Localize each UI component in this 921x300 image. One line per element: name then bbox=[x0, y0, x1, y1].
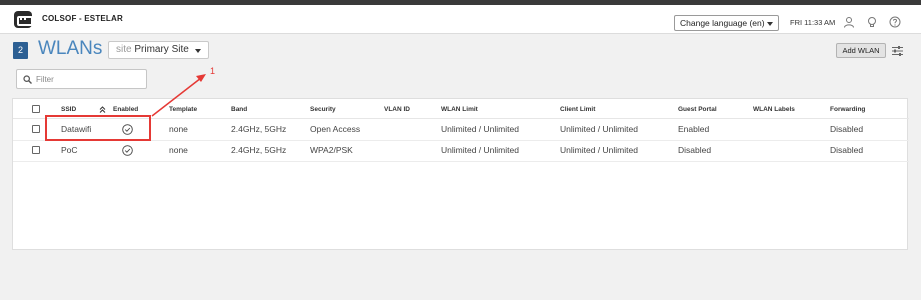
app-header: COLSOF - ESTELAR Change language (en) FR… bbox=[0, 5, 921, 34]
row-checkbox[interactable] bbox=[32, 146, 40, 154]
guest-portal-cell: Enabled bbox=[678, 124, 710, 134]
table-row[interactable]: PoC none 2.4GHz, 5GHz WPA2/PSK Unlimited… bbox=[13, 141, 909, 162]
column-header-client-limit[interactable]: Client Limit bbox=[560, 106, 595, 113]
column-header-guest-portal[interactable]: Guest Portal bbox=[678, 106, 717, 113]
wlan-count-badge: 2 bbox=[13, 42, 28, 59]
check-circle-icon bbox=[122, 145, 133, 156]
template-cell: none bbox=[169, 145, 188, 155]
band-cell: 2.4GHz, 5GHz bbox=[231, 145, 287, 155]
user-icon[interactable] bbox=[843, 16, 855, 28]
row-checkbox[interactable] bbox=[32, 125, 40, 133]
client-limit-cell: Unlimited / Unlimited bbox=[560, 145, 638, 155]
column-header-wlan-labels[interactable]: WLAN Labels bbox=[753, 106, 795, 113]
column-settings-icon[interactable] bbox=[892, 46, 903, 56]
column-header-vlan-id[interactable]: VLAN ID bbox=[384, 106, 410, 113]
column-header-template[interactable]: Template bbox=[169, 106, 197, 113]
guest-portal-cell: Disabled bbox=[678, 145, 712, 155]
filter-input[interactable] bbox=[36, 72, 141, 86]
column-header-enabled[interactable]: Enabled bbox=[113, 106, 138, 113]
security-cell: WPA2/PSK bbox=[310, 145, 353, 155]
page-title: WLANs bbox=[38, 38, 103, 59]
language-select[interactable]: Change language (en) bbox=[674, 15, 779, 31]
org-name: COLSOF - ESTELAR bbox=[42, 14, 123, 23]
chevron-down-icon bbox=[195, 49, 201, 53]
column-header-band[interactable]: Band bbox=[231, 106, 247, 113]
column-header-forwarding[interactable]: Forwarding bbox=[830, 106, 865, 113]
chevron-down-icon bbox=[767, 22, 773, 26]
bulb-icon[interactable] bbox=[866, 16, 878, 28]
column-header-security[interactable]: Security bbox=[310, 106, 336, 113]
security-cell: Open Access bbox=[310, 124, 361, 134]
annotation-highlight-box bbox=[45, 115, 151, 141]
forwarding-cell: Disabled bbox=[830, 145, 864, 155]
ssid-cell[interactable]: PoC bbox=[61, 145, 78, 155]
forwarding-cell: Disabled bbox=[830, 124, 864, 134]
app-logo-icon[interactable] bbox=[14, 11, 33, 28]
add-wlan-button[interactable]: Add WLAN bbox=[836, 43, 886, 58]
site-select[interactable]: site Primary Site bbox=[108, 41, 209, 59]
column-header-ssid[interactable]: SSID bbox=[61, 106, 76, 113]
wlan-limit-cell: Unlimited / Unlimited bbox=[441, 124, 519, 134]
site-keyword: site bbox=[116, 44, 132, 55]
select-all-checkbox[interactable] bbox=[32, 105, 40, 113]
language-select-label: Change language (en) bbox=[680, 18, 765, 28]
annotation-label: 1 bbox=[210, 66, 216, 76]
search-icon bbox=[23, 75, 32, 84]
client-limit-cell: Unlimited / Unlimited bbox=[560, 124, 638, 134]
clock: FRI 11:33 AM bbox=[790, 18, 836, 27]
sort-ascending-icon[interactable] bbox=[99, 106, 106, 113]
filter-box[interactable] bbox=[16, 69, 147, 89]
column-header-wlan-limit[interactable]: WLAN Limit bbox=[441, 106, 478, 113]
wlan-limit-cell: Unlimited / Unlimited bbox=[441, 145, 519, 155]
band-cell: 2.4GHz, 5GHz bbox=[231, 124, 287, 134]
site-name: Primary Site bbox=[134, 44, 189, 55]
help-icon[interactable] bbox=[889, 16, 901, 28]
template-cell: none bbox=[169, 124, 188, 134]
